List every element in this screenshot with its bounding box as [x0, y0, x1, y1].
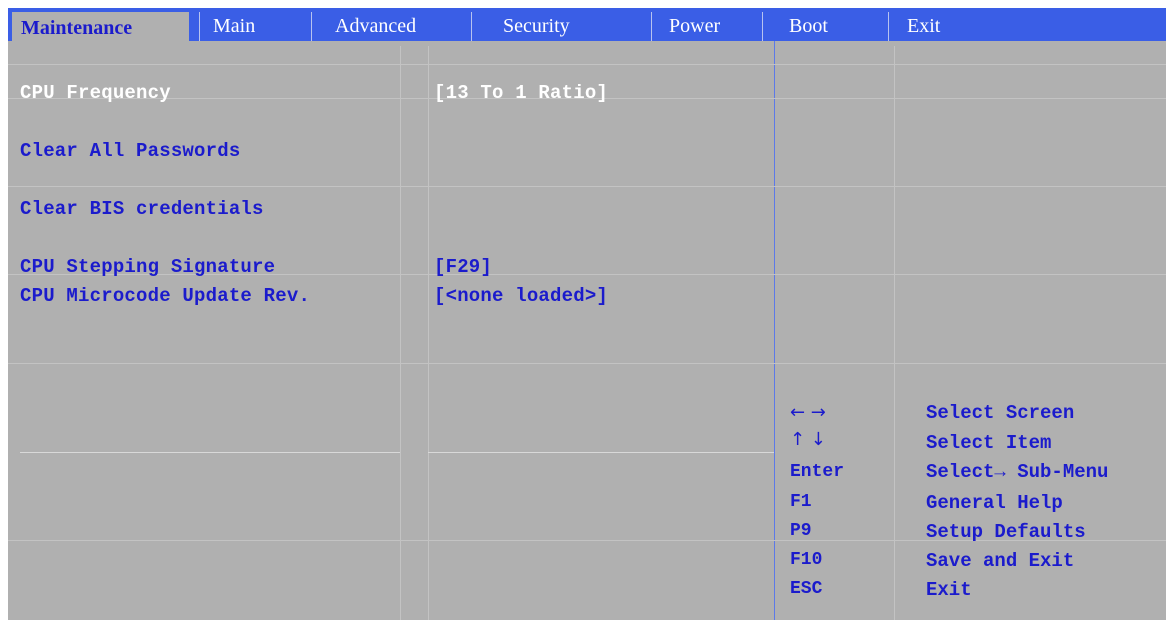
tab-separator [199, 12, 200, 41]
tab-power[interactable]: Power [660, 8, 760, 41]
grid-line [8, 64, 1166, 65]
help-save-and-exit: Save and Exit [926, 550, 1075, 572]
f10-key: F10 [790, 550, 823, 570]
cpu-stepping-signature-label: CPU Stepping Signature [20, 256, 276, 278]
arrow-left-right-key: ← → [790, 402, 826, 423]
help-general-help: General Help [926, 492, 1063, 514]
column-divider [428, 46, 429, 620]
esc-key: ESC [790, 579, 823, 599]
help-setup-defaults: Setup Defaults [926, 521, 1086, 543]
tab-boot[interactable]: Boot [780, 8, 880, 41]
grid-line [8, 363, 1166, 364]
help-select-item: Select Item [926, 432, 1052, 454]
enter-key: Enter [790, 462, 845, 482]
grid-line [20, 452, 400, 453]
bios-setup-screen: Maintenance Main Advanced Security Power… [8, 8, 1166, 620]
help-select-screen: Select Screen [926, 402, 1075, 424]
tab-separator [888, 12, 889, 41]
tab-advanced[interactable]: Advanced [326, 8, 466, 41]
tab-main[interactable]: Main [204, 8, 304, 41]
tab-separator [311, 12, 312, 41]
tab-separator [651, 12, 652, 41]
p9-key: P9 [790, 521, 812, 541]
column-divider [400, 46, 401, 620]
help-select-sub-menu: Select→ Sub-Menu [926, 461, 1109, 483]
help-exit: Exit [926, 579, 972, 601]
grid-line [428, 452, 774, 453]
arrow-up-down-key: ↑ ↓ [790, 429, 826, 450]
cpu-frequency-label[interactable]: CPU Frequency [20, 82, 171, 104]
cpu-microcode-update-rev-value: [<none loaded>] [434, 285, 609, 307]
tab-security[interactable]: Security [494, 8, 644, 41]
cpu-frequency-value[interactable]: [13 To 1 Ratio] [434, 82, 608, 104]
grid-line [8, 186, 1166, 187]
tab-separator [471, 12, 472, 41]
cpu-stepping-signature-value: [F29] [434, 256, 493, 278]
f1-key: F1 [790, 492, 812, 512]
tab-exit[interactable]: Exit [898, 8, 1018, 41]
tab-maintenance[interactable]: Maintenance [12, 12, 189, 47]
column-divider [894, 46, 895, 620]
cpu-microcode-update-rev-label: CPU Microcode Update Rev. [20, 285, 311, 307]
clear-all-passwords-item[interactable]: Clear All Passwords [20, 140, 240, 162]
tab-bar: Maintenance Main Advanced Security Power… [8, 8, 1166, 47]
tab-separator [762, 12, 763, 41]
clear-bis-credentials-item[interactable]: Clear BIS credentials [20, 198, 264, 220]
help-panel-border [774, 41, 775, 620]
